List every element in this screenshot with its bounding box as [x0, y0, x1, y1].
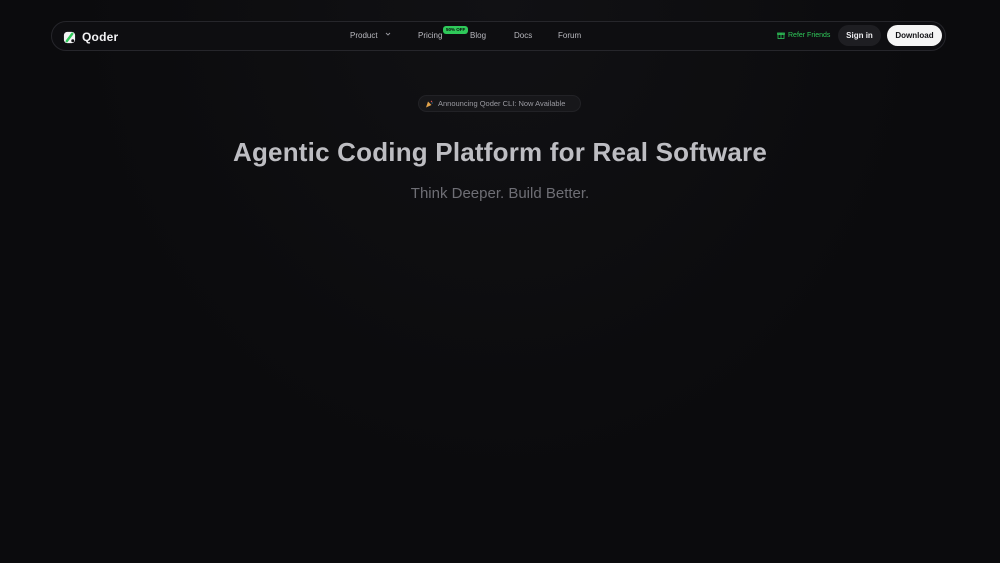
logo[interactable]: Qoder: [63, 29, 118, 45]
announcement-text: Announcing Qoder CLI: Now Available: [438, 99, 566, 108]
hero-subtitle: Think Deeper. Build Better.: [410, 185, 590, 202]
sign-in-button[interactable]: Sign in: [838, 25, 881, 46]
nav-forum[interactable]: Forum: [558, 31, 581, 40]
refer-friends-link[interactable]: Refer Friends: [777, 31, 830, 39]
hero-title: Agentic Coding Platform for Real Softwar…: [232, 137, 768, 167]
nav-docs[interactable]: Docs: [514, 31, 532, 40]
party-popper-icon: [426, 100, 433, 107]
announcement-pill[interactable]: Announcing Qoder CLI: Now Available: [418, 95, 581, 112]
nav-product-label: Product: [350, 31, 378, 40]
gift-icon: [777, 32, 785, 39]
nav-pricing[interactable]: Pricing: [418, 31, 442, 40]
discount-badge: 50% OFF: [443, 26, 469, 34]
download-button[interactable]: Download: [887, 25, 942, 46]
chevron-down-icon: [385, 32, 390, 36]
nav-blog[interactable]: Blog: [470, 31, 486, 40]
nav-product[interactable]: Product: [350, 31, 391, 40]
refer-friends-label: Refer Friends: [788, 31, 831, 39]
logo-text: Qoder: [82, 30, 119, 44]
qoder-logo-icon: [63, 31, 76, 43]
page: Qoder Product Pricing 50% OFF Blog Docs …: [0, 0, 1000, 563]
top-navbar: Qoder Product Pricing 50% OFF Blog Docs …: [51, 21, 946, 51]
